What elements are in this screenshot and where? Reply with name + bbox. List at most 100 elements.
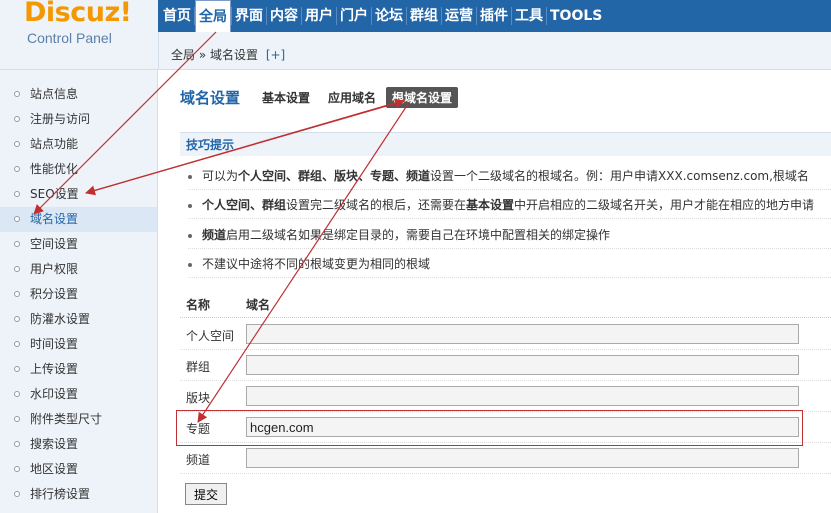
tip-bold: 频道 xyxy=(202,228,227,242)
sidebar-item-upload[interactable]: 上传设置 xyxy=(0,357,157,382)
breadcrumb-path[interactable]: 全局 » 域名设置 xyxy=(171,48,258,62)
group-domain-input[interactable] xyxy=(246,355,799,375)
nav-home[interactable]: 首页 xyxy=(160,0,194,32)
tip-item: 可以为个人空间、群组、版块、专题、频道设置一个二级域名的根域名。例：用户申请XX… xyxy=(188,162,831,190)
page-title: 域名设置 xyxy=(180,88,241,107)
brand-logo[interactable]: Discuz! xyxy=(24,0,132,28)
sidebar-item-seo[interactable]: SEO设置 xyxy=(0,182,157,207)
sidebar-item-label: 用户权限 xyxy=(30,262,79,276)
bullet-icon xyxy=(14,291,20,297)
tip-bold: 基本设置 xyxy=(466,198,515,212)
nav-tools[interactable]: 工具 xyxy=(512,0,546,32)
bullet-icon xyxy=(14,316,20,322)
sidebar-item-label: 站点功能 xyxy=(30,137,79,151)
tab-root-domain[interactable]: 根域名设置 xyxy=(386,86,459,108)
sidebar-item-label: 附件类型尺寸 xyxy=(30,412,103,426)
sidebar-item-attachment-size[interactable]: 附件类型尺寸 xyxy=(0,407,157,432)
breadcrumb: 全局 » 域名设置 [+] xyxy=(171,46,285,63)
forum-domain-input[interactable] xyxy=(246,386,799,406)
sidebar-item-label: 防灌水设置 xyxy=(30,312,91,326)
column-domain-header: 域名 xyxy=(246,298,271,312)
column-name-header: 名称 xyxy=(186,298,211,312)
bullet-icon xyxy=(14,366,20,372)
bullet-icon xyxy=(188,233,192,238)
tip-item: 个人空间、群组设置完二级域名的根后，还需要在基本设置中开启相应的二级域名开关，用… xyxy=(188,191,831,219)
space-domain-input[interactable] xyxy=(246,324,799,344)
sidebar-item-label: 时间设置 xyxy=(30,337,79,351)
nav-groups[interactable]: 群组 xyxy=(407,0,441,32)
form-row: 版块 xyxy=(180,381,831,412)
tip-item: 不建议中途将不同的根域变更为相同的根域 xyxy=(188,250,831,278)
sidebar-item-label: 性能优化 xyxy=(30,162,79,176)
field-label: 个人空间 xyxy=(186,329,235,343)
nav-global[interactable]: 全局 xyxy=(195,0,231,32)
submit-button[interactable]: 提交 xyxy=(185,483,227,505)
bullet-icon xyxy=(14,391,20,397)
nav-interface[interactable]: 界面 xyxy=(232,0,266,32)
sidebar-item-space[interactable]: 空间设置 xyxy=(0,232,157,257)
bullet-icon xyxy=(14,341,20,347)
nav-tools-en[interactable]: TOOLS xyxy=(547,0,605,32)
bullet-icon xyxy=(188,262,192,267)
sidebar-item-ranking[interactable]: 排行榜设置 xyxy=(0,482,157,507)
sidebar-item-time[interactable]: 时间设置 xyxy=(0,332,157,357)
sidebar-item-label: 注册与访问 xyxy=(30,112,91,126)
tab-basic-settings[interactable]: 基本设置 xyxy=(262,89,310,106)
sidebar-item-label: 搜索设置 xyxy=(30,437,79,451)
nav-portal[interactable]: 门户 xyxy=(337,0,371,32)
nav-plugins[interactable]: 插件 xyxy=(477,0,511,32)
sidebar-item-anti-spam[interactable]: 防灌水设置 xyxy=(0,307,157,332)
sidebar-item-label: 域名设置 xyxy=(30,212,79,226)
logo-subtitle: Control Panel xyxy=(27,30,112,46)
tip-text: 设置一个二级域名的根域名。例：用户申请XXX.comsenz.com,根域名 xyxy=(430,169,809,183)
nav-operations[interactable]: 运营 xyxy=(442,0,476,32)
sidebar-item-credits[interactable]: 积分设置 xyxy=(0,282,157,307)
breadcrumb-bar: 全局 » 域名设置 [+] xyxy=(158,32,831,70)
tip-text: 设置完二级域名的根后，还需要在 xyxy=(286,198,467,212)
sidebar-item-register[interactable]: 注册与访问 xyxy=(0,107,157,132)
sidebar: 站点信息 注册与访问 站点功能 性能优化 SEO设置 域名设置 空间设置 用户权… xyxy=(0,70,158,513)
tip-text: 不建议中途将不同的根域变更为相同的根域 xyxy=(202,257,431,271)
sidebar-item-permissions[interactable]: 用户权限 xyxy=(0,257,157,282)
field-label: 版块 xyxy=(186,391,211,405)
bullet-icon xyxy=(188,203,192,208)
bullet-icon xyxy=(14,116,20,122)
tip-bold: 个人空间、群组 xyxy=(202,198,287,212)
channel-domain-input[interactable] xyxy=(246,448,799,468)
field-label: 频道 xyxy=(186,453,211,467)
field-label: 群组 xyxy=(186,360,211,374)
main-content: 域名设置 基本设置 应用域名 根域名设置 技巧提示 可以为个人空间、群组、版块、… xyxy=(158,70,831,513)
sidebar-item-domain[interactable]: 域名设置 xyxy=(0,207,157,232)
tip-bold: 个人空间、群组、版块、专题、频道 xyxy=(238,169,431,183)
tip-text: 启用二级域名如果是绑定目录的，需要自己在环境中配置相关的绑定操作 xyxy=(226,228,611,242)
nav-users[interactable]: 用户 xyxy=(302,0,336,32)
sidebar-item-label: SEO设置 xyxy=(30,187,79,201)
sidebar-item-search[interactable]: 搜索设置 xyxy=(0,432,157,457)
sidebar-item-site-info[interactable]: 站点信息 xyxy=(0,82,157,107)
tip-text: 中开启相应的二级域名开关，用户才能在相应的地方申请 xyxy=(514,198,815,212)
bullet-icon xyxy=(188,174,192,179)
bullet-icon xyxy=(14,241,20,247)
sidebar-item-label: 水印设置 xyxy=(30,387,79,401)
sidebar-item-region[interactable]: 地区设置 xyxy=(0,457,157,482)
bullet-icon xyxy=(14,266,20,272)
tab-app-domain[interactable]: 应用域名 xyxy=(328,89,376,106)
form-row: 群组 xyxy=(180,350,831,381)
bullet-icon xyxy=(14,416,20,422)
form-header: 名称 域名 xyxy=(180,292,831,318)
nav-content[interactable]: 内容 xyxy=(267,0,301,32)
sidebar-item-site-features[interactable]: 站点功能 xyxy=(0,132,157,157)
bullet-icon xyxy=(14,191,20,197)
sidebar-item-label: 地区设置 xyxy=(30,462,79,476)
tip-item: 频道启用二级域名如果是绑定目录的，需要自己在环境中配置相关的绑定操作 xyxy=(188,221,831,249)
tip-text: 可以为 xyxy=(202,169,239,183)
sidebar-item-watermark[interactable]: 水印设置 xyxy=(0,382,157,407)
sidebar-item-performance[interactable]: 性能优化 xyxy=(0,157,157,182)
bullet-icon xyxy=(14,466,20,472)
nav-forum[interactable]: 论坛 xyxy=(372,0,406,32)
tips-header: 技巧提示 xyxy=(180,132,831,156)
bullet-icon xyxy=(14,216,20,222)
logo-area: Discuz! Control Panel xyxy=(0,0,158,70)
title-row: 域名设置 基本设置 应用域名 根域名设置 xyxy=(180,86,476,108)
add-shortcut-button[interactable]: [+] xyxy=(266,48,285,62)
